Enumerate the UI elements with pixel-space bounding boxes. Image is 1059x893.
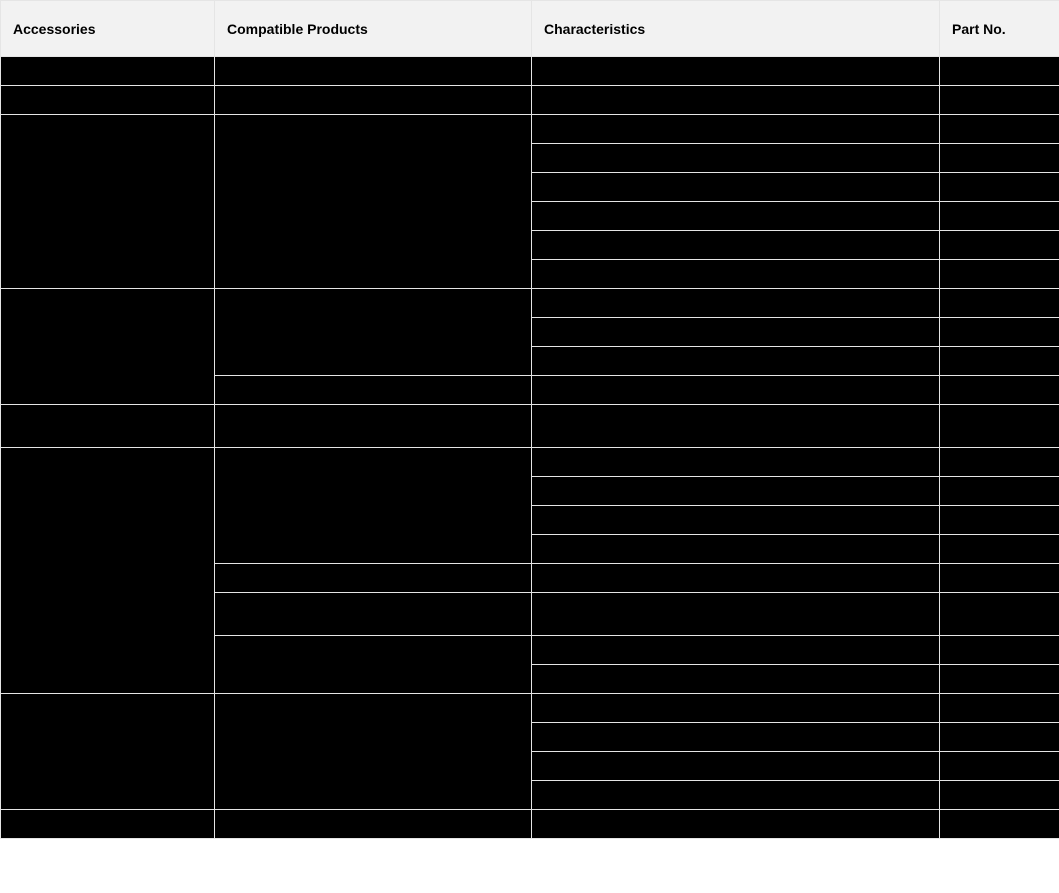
table-cell [1, 115, 215, 289]
table-cell [940, 115, 1059, 144]
header-part-no: Part No. [940, 1, 1059, 57]
table-cell [940, 202, 1059, 231]
table-cell [215, 86, 532, 115]
table-row [1, 448, 1059, 477]
table-cell [215, 593, 532, 636]
table-cell [532, 202, 940, 231]
table-cell [532, 636, 940, 665]
table-cell [940, 57, 1059, 86]
table-cell [940, 781, 1059, 810]
table-cell [532, 115, 940, 144]
header-characteristics: Characteristics [532, 1, 940, 57]
table-cell [532, 810, 940, 839]
table-cell [532, 593, 940, 636]
table-cell [1, 57, 215, 86]
table-cell [532, 405, 940, 448]
table-cell [532, 506, 940, 535]
table-cell [532, 535, 940, 564]
table-cell [940, 173, 1059, 202]
table-cell [215, 115, 532, 289]
table-cell [940, 810, 1059, 839]
header-compatible-products: Compatible Products [215, 1, 532, 57]
table-cell [1, 694, 215, 810]
table-header-row: Accessories Compatible Products Characte… [1, 1, 1059, 57]
table-cell [940, 318, 1059, 347]
table-cell [940, 231, 1059, 260]
table-cell [1, 289, 215, 405]
table-row [1, 86, 1059, 115]
table-cell [940, 405, 1059, 448]
table-cell [940, 723, 1059, 752]
table-cell [940, 694, 1059, 723]
table-cell [215, 405, 532, 448]
table-cell [940, 593, 1059, 636]
table-cell [532, 665, 940, 694]
table-row [1, 289, 1059, 318]
table-cell [940, 752, 1059, 781]
table-row [1, 694, 1059, 723]
header-accessories: Accessories [1, 1, 215, 57]
table-cell [940, 665, 1059, 694]
table-cell [532, 231, 940, 260]
table-cell [532, 86, 940, 115]
table-cell [532, 694, 940, 723]
table-cell [532, 144, 940, 173]
table-cell [1, 405, 215, 448]
table-cell [215, 564, 532, 593]
table-cell [940, 144, 1059, 173]
table-cell [215, 810, 532, 839]
table-cell [532, 723, 940, 752]
table-cell [940, 86, 1059, 115]
table-cell [532, 173, 940, 202]
table-cell [532, 260, 940, 289]
table-cell [1, 448, 215, 694]
table-cell [532, 376, 940, 405]
table-cell [940, 289, 1059, 318]
table-cell [215, 289, 532, 376]
table-cell [532, 781, 940, 810]
table-cell [940, 564, 1059, 593]
table-cell [215, 694, 532, 810]
table-row [1, 57, 1059, 86]
table-cell [215, 636, 532, 694]
table-cell [532, 448, 940, 477]
table-cell [215, 57, 532, 86]
table-cell [215, 448, 532, 564]
table-row [1, 115, 1059, 144]
table-cell [940, 477, 1059, 506]
table-cell [940, 376, 1059, 405]
table-cell [532, 347, 940, 376]
table-cell [532, 57, 940, 86]
table-cell [532, 289, 940, 318]
table-cell [940, 260, 1059, 289]
accessories-table: Accessories Compatible Products Characte… [0, 0, 1059, 839]
table-cell [532, 752, 940, 781]
table-cell [532, 318, 940, 347]
table-cell [940, 636, 1059, 665]
table-cell [1, 86, 215, 115]
table-cell [532, 564, 940, 593]
table-cell [940, 347, 1059, 376]
table-cell [532, 477, 940, 506]
table-cell [1, 810, 215, 839]
table-cell [215, 376, 532, 405]
table-row [1, 810, 1059, 839]
table-cell [940, 506, 1059, 535]
table-row [1, 405, 1059, 448]
table-cell [940, 535, 1059, 564]
table-cell [940, 448, 1059, 477]
